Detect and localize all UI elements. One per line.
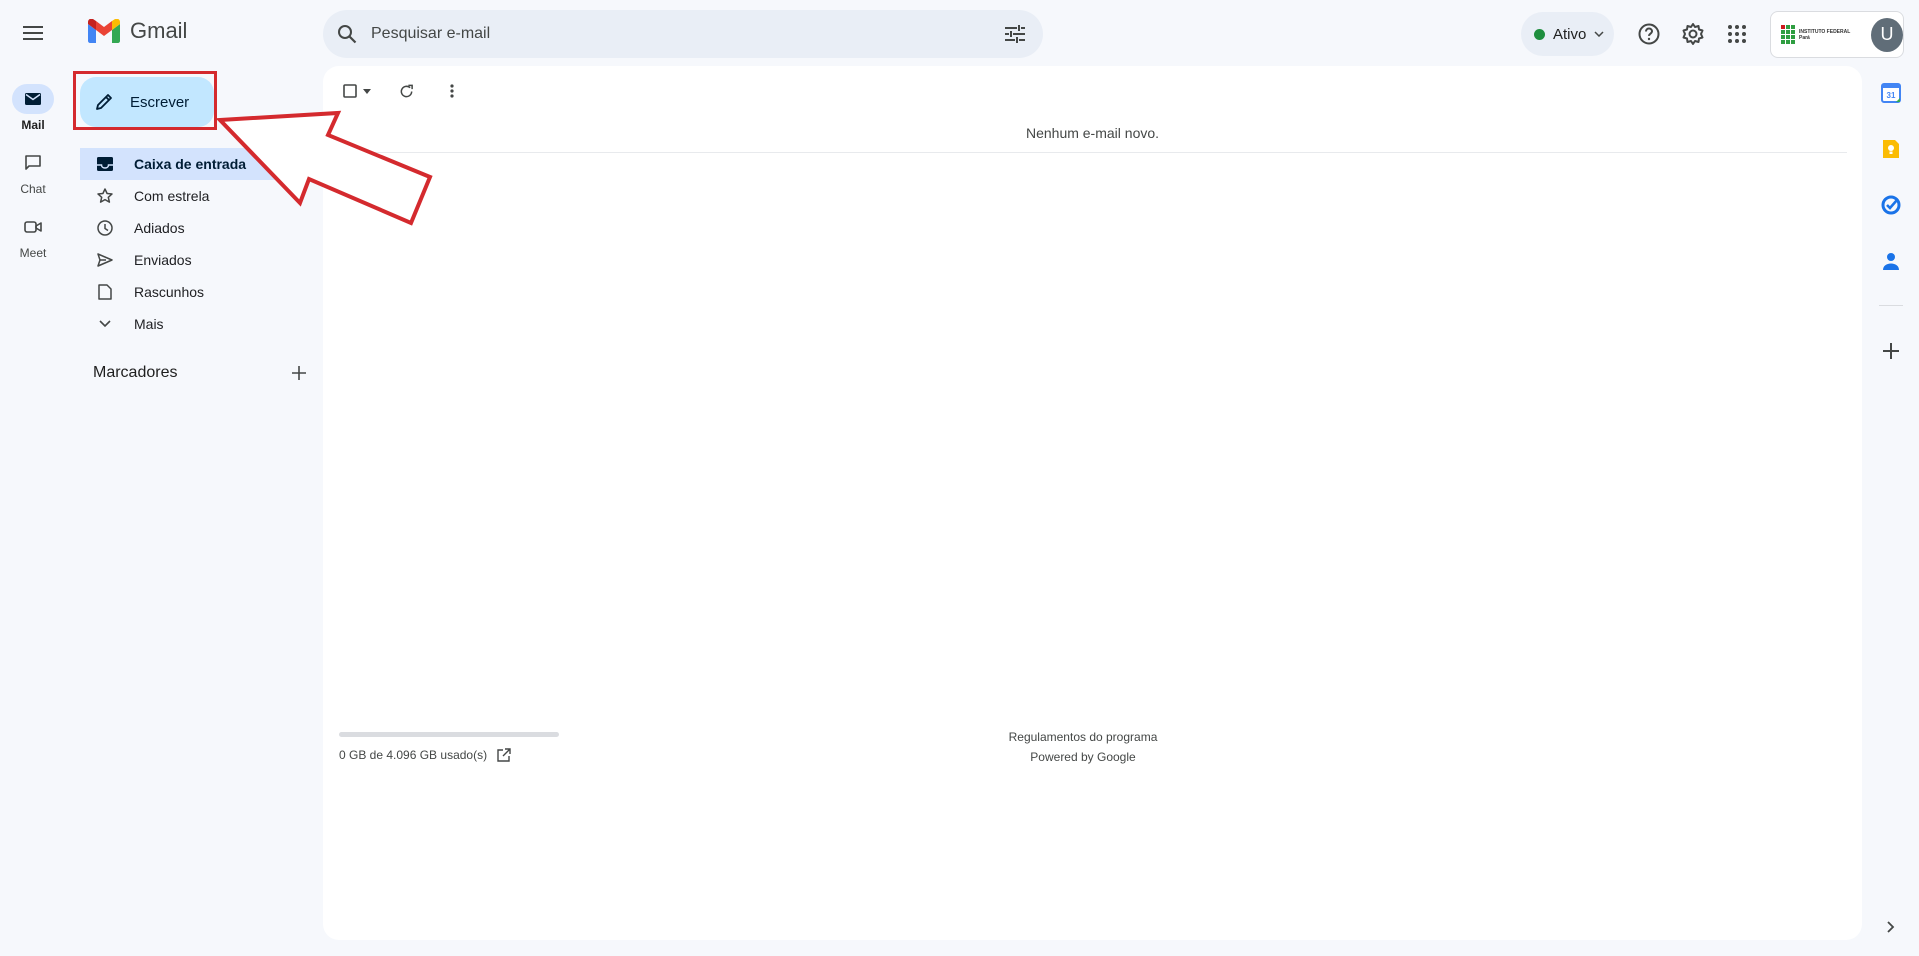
list-toolbar <box>338 76 468 106</box>
plus-icon <box>292 366 306 380</box>
annotation-highlight-box <box>73 71 217 130</box>
plus-icon <box>1883 343 1899 359</box>
right-rail-divider <box>1879 305 1903 306</box>
tasks-app-button[interactable] <box>1876 190 1906 220</box>
refresh-button[interactable] <box>390 76 422 106</box>
nav-item-more[interactable]: Mais <box>80 308 310 340</box>
gear-icon <box>1682 23 1704 45</box>
refresh-icon <box>400 84 413 97</box>
inbox-icon <box>97 157 113 171</box>
search-input[interactable]: Pesquisar e-mail <box>371 25 987 43</box>
clock-icon <box>97 220 113 236</box>
storage-usage-text: 0 GB de 4.096 GB usado(s) <box>339 748 488 762</box>
search-options-icon[interactable] <box>987 25 1043 43</box>
rail-label-mail: Mail <box>21 118 45 132</box>
chevron-right-icon <box>1887 921 1895 933</box>
storage-info: 0 GB de 4.096 GB usado(s) <box>339 748 511 762</box>
tasks-icon <box>1881 195 1901 215</box>
calendar-app-button[interactable]: 31 <box>1876 78 1906 108</box>
more-vert-icon <box>450 84 454 98</box>
chevron-down-icon <box>99 320 111 328</box>
divider <box>338 152 1847 153</box>
nav-label: Rascunhos <box>134 284 205 300</box>
contacts-icon <box>1883 253 1899 270</box>
footer-links: Regulamentos do programa Powered by Goog… <box>883 727 1283 767</box>
institution-logo: INSTITUTO FEDERAL Pará <box>1781 25 1863 44</box>
nav-label: Mais <box>134 316 164 332</box>
contacts-app-button[interactable] <box>1876 246 1906 276</box>
nav-label: Adiados <box>134 220 185 236</box>
hide-side-panel-button[interactable] <box>1876 912 1906 942</box>
storage-usage-bar <box>339 732 559 737</box>
mail-icon <box>25 93 41 105</box>
select-all-checkbox[interactable] <box>338 76 376 106</box>
checkbox-icon <box>343 84 357 98</box>
status-selector[interactable]: Ativo <box>1521 12 1614 56</box>
institution-campus: Pará <box>1799 34 1810 41</box>
nav-item-drafts[interactable]: Rascunhos <box>80 276 310 308</box>
powered-by-google: Powered by Google <box>1030 750 1136 764</box>
help-button[interactable] <box>1629 14 1669 54</box>
help-icon <box>1638 23 1660 45</box>
nav-label: Enviados <box>134 252 192 268</box>
gmail-logo[interactable]: Gmail <box>88 18 187 44</box>
get-addons-button[interactable] <box>1876 336 1906 366</box>
avatar: U <box>1871 17 1903 52</box>
main-panel: Nenhum e-mail novo. 0 GB de 4.096 GB usa… <box>323 66 1862 940</box>
nav-item-sent[interactable]: Enviados <box>80 244 310 276</box>
apps-button[interactable] <box>1717 14 1757 54</box>
meet-icon <box>24 221 42 233</box>
manage-storage-link[interactable] <box>497 748 511 762</box>
search-icon[interactable] <box>323 24 371 44</box>
add-label-button[interactable] <box>292 366 306 380</box>
hamburger-icon <box>23 26 43 40</box>
account-button[interactable]: INSTITUTO FEDERAL Pará U <box>1770 11 1904 58</box>
main-menu-button[interactable] <box>14 14 52 52</box>
rail-item-meet[interactable]: Meet <box>0 212 66 260</box>
search-bar[interactable]: Pesquisar e-mail <box>323 10 1043 58</box>
status-dot <box>1534 28 1545 40</box>
keep-app-button[interactable] <box>1876 134 1906 164</box>
keep-icon <box>1883 140 1899 158</box>
program-policies-link[interactable]: Regulamentos do programa <box>883 727 1283 747</box>
open-external-icon <box>497 748 511 762</box>
settings-button[interactable] <box>1673 14 1713 54</box>
apps-grid-icon <box>1728 25 1746 43</box>
chat-icon <box>25 155 41 170</box>
app-name: Gmail <box>130 18 188 43</box>
caret-down-icon <box>363 88 371 94</box>
rail-label-meet: Meet <box>19 246 47 260</box>
labels-title: Marcadores <box>93 364 178 381</box>
more-options-button[interactable] <box>436 76 468 106</box>
chevron-down-icon <box>1594 31 1604 37</box>
rail-item-chat[interactable]: Chat <box>0 148 66 196</box>
rail-label-chat: Chat <box>20 182 46 196</box>
nav-label: Com estrela <box>134 188 210 204</box>
svg-text:31: 31 <box>1887 91 1896 100</box>
gmail-m-icon <box>88 19 120 43</box>
annotation-arrow <box>215 110 433 226</box>
calendar-icon: 31 <box>1881 83 1901 103</box>
draft-icon <box>98 284 112 300</box>
send-icon <box>97 253 113 267</box>
labels-section-header: Marcadores <box>93 364 306 382</box>
star-icon <box>97 188 113 203</box>
empty-inbox-message: Nenhum e-mail novo. <box>1025 125 1160 141</box>
status-label: Ativo <box>1553 25 1587 43</box>
rail-item-mail[interactable]: Mail <box>0 84 66 132</box>
